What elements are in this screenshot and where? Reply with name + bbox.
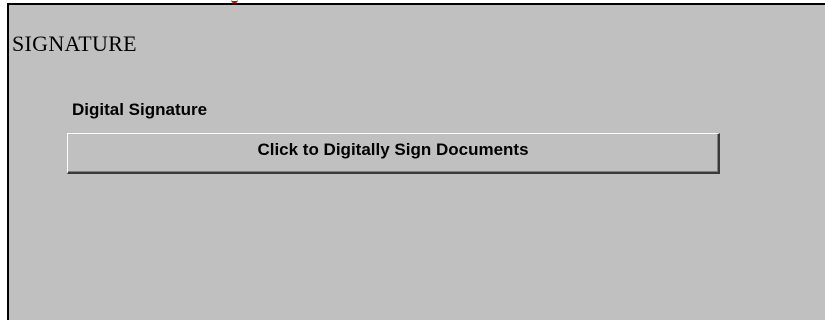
digital-signature-label: Digital Signature	[72, 100, 208, 119]
section-title: SIGNATURE	[12, 31, 137, 56]
digitally-sign-button-label: Click to Digitally Sign Documents	[257, 140, 529, 159]
signature-panel: SIGNATURE Digital Signature Click to Dig…	[7, 3, 825, 320]
digitally-sign-button[interactable]: Click to Digitally Sign Documents	[67, 133, 720, 174]
